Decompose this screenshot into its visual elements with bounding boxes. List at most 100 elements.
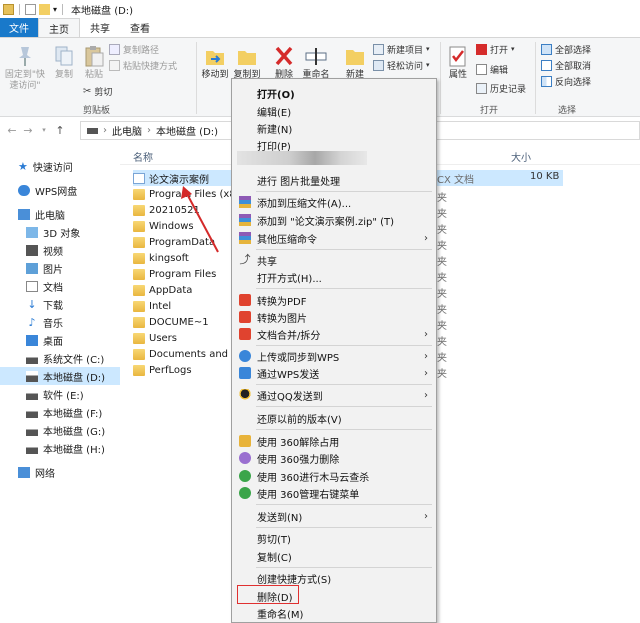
open-button[interactable]: 打开 ▾ — [476, 42, 515, 56]
nav-label: 本地磁盘 (F:) — [43, 408, 103, 420]
folder-row[interactable]: 20210521 — [133, 202, 233, 218]
easy-access-label: 轻松访问 — [387, 61, 424, 72]
copy-button[interactable]: 复制 — [50, 44, 78, 81]
nav-desktop[interactable]: 桌面 — [26, 331, 63, 349]
menu-add-zip[interactable]: 添加到 "论文演示案例.zip" (T) — [232, 211, 436, 229]
pin-quick-access-button[interactable]: 固定到"快 速访问" — [4, 44, 46, 92]
folder-row[interactable]: Program Files (x86) — [133, 186, 233, 202]
forward-arrow-icon[interactable]: → — [20, 124, 36, 137]
chevron-down-icon[interactable]: ▾ — [53, 5, 57, 14]
edit-button[interactable]: 编辑 — [476, 62, 508, 76]
select-all-button[interactable]: 全部选择 — [541, 42, 591, 56]
menu-share[interactable]: ⤴ 共享 — [232, 251, 436, 269]
nav-drive-c[interactable]: 系统文件 (C:) — [26, 349, 104, 367]
nav-documents[interactable]: 文档 — [26, 277, 63, 295]
new-folder-button[interactable]: 新建 — [340, 44, 370, 81]
menu-merge-split[interactable]: 文档合并/拆分 › — [232, 325, 436, 343]
copy-path-button[interactable]: 复制路径 — [109, 42, 159, 56]
nav-label: 文档 — [43, 282, 63, 294]
delete-ribbon-button[interactable]: 删除 — [270, 44, 298, 81]
breadcrumb-drive[interactable]: 本地磁盘 (D:) — [156, 123, 218, 138]
menu-other-zip[interactable]: 其他压缩命令 › — [232, 229, 436, 247]
cut-button[interactable]: ✂ 剪切 — [83, 84, 112, 98]
nav-videos[interactable]: 视频 — [26, 241, 63, 259]
nav-this-pc[interactable]: 此电脑 — [18, 205, 65, 223]
file-size: 10 KB — [530, 171, 560, 182]
menu-new[interactable]: 新建(N) — [232, 119, 436, 137]
easy-access-icon — [373, 59, 384, 71]
folder-row[interactable]: Documents and Se — [133, 346, 233, 362]
menu-cut[interactable]: 剪切(T) — [232, 529, 436, 547]
menu-rename[interactable]: 重命名(M) — [232, 604, 436, 622]
select-none-button[interactable]: 全部取消 — [541, 58, 591, 72]
nav-downloads[interactable]: ↓ 下载 — [26, 295, 63, 313]
menu-to-image[interactable]: 转换为图片 — [232, 308, 436, 326]
menu-360-scan[interactable]: 使用 360进行木马云查杀 — [232, 467, 436, 485]
nav-label: 网络 — [35, 468, 55, 480]
menu-restore-versions[interactable]: 还原以前的版本(V) — [232, 409, 436, 427]
folder-row[interactable]: ProgramData — [133, 234, 233, 250]
menu-send-to[interactable]: 发送到(N) › — [232, 507, 436, 525]
rename-button[interactable]: 重命名 — [300, 44, 332, 81]
column-header-size[interactable]: 大小 — [511, 149, 531, 164]
folder-row[interactable]: Windows — [133, 218, 233, 234]
nav-drive-e[interactable]: 软件 (E:) — [26, 385, 84, 403]
chevron-down-icon[interactable]: ▾ — [36, 126, 52, 134]
menu-copy[interactable]: 复制(C) — [232, 547, 436, 565]
new-folder-icon[interactable] — [39, 3, 50, 15]
paste-button[interactable]: 粘贴 — [80, 44, 108, 81]
file-row-selected[interactable]: 论文演示案例 — [133, 170, 233, 186]
menu-to-pdf[interactable]: 转换为PDF — [232, 291, 436, 309]
wps-open-icon — [476, 43, 487, 55]
breadcrumb-pc[interactable]: 此电脑 — [112, 123, 142, 138]
nav-3d-objects[interactable]: 3D 对象 — [26, 223, 80, 241]
nav-wps-drive[interactable]: WPS网盘 — [18, 181, 77, 199]
invert-select-button[interactable]: 反向选择 — [541, 74, 591, 88]
back-arrow-icon[interactable]: ← — [4, 124, 20, 137]
nav-drive-h[interactable]: 本地磁盘 (H:) — [26, 439, 105, 457]
nav-drive-f[interactable]: 本地磁盘 (F:) — [26, 403, 102, 421]
folder-row[interactable]: AppData — [133, 282, 233, 298]
folder-row[interactable]: PerfLogs — [133, 362, 233, 378]
copy-to-button[interactable]: 复制到 — [232, 44, 262, 81]
menu-open-with[interactable]: 打开方式(H)... — [232, 268, 436, 286]
up-arrow-icon[interactable]: ↑ — [52, 124, 68, 137]
folder-row[interactable]: DOCUME~1 — [133, 314, 233, 330]
folder-row[interactable]: Users — [133, 330, 233, 346]
folder-row[interactable]: Program Files — [133, 266, 233, 282]
folder-row[interactable]: kingsoft — [133, 250, 233, 266]
column-header-name[interactable]: 名称 — [133, 149, 153, 164]
nav-pictures[interactable]: 图片 — [26, 259, 63, 277]
menu-360-force-delete[interactable]: 使用 360强力删除 — [232, 449, 436, 467]
tab-file[interactable]: 文件 — [0, 18, 38, 37]
history-button[interactable]: 历史记录 — [476, 81, 526, 95]
tab-share[interactable]: 共享 — [80, 18, 120, 37]
menu-edit[interactable]: 编辑(E) — [232, 102, 436, 120]
menu-send-wps[interactable]: 通过WPS发送 › — [232, 364, 436, 382]
menu-label: 添加到 "论文演示案例.zip" (T) — [257, 216, 395, 228]
easy-access-button[interactable]: 轻松访问 ▾ — [373, 58, 430, 72]
window-title: 本地磁盘 (D:) — [71, 5, 134, 17]
nav-drive-d[interactable]: 本地磁盘 (D:) — [0, 367, 120, 385]
paste-shortcut-button[interactable]: 粘贴快捷方式 — [109, 58, 177, 72]
new-item-button[interactable]: 新建项目 ▾ — [373, 42, 430, 56]
tab-view[interactable]: 查看 — [120, 18, 160, 37]
file-type: 夹 — [437, 289, 447, 300]
move-to-button[interactable]: 移动到 — [200, 44, 230, 81]
nav-drive-g[interactable]: 本地磁盘 (G:) — [26, 421, 105, 439]
menu-360-manage[interactable]: 使用 360管理右键菜单 — [232, 484, 436, 502]
menu-add-archive[interactable]: 添加到压缩文件(A)... — [232, 193, 436, 211]
properties-icon[interactable] — [25, 3, 36, 15]
menu-open[interactable]: 打开(O) — [232, 84, 436, 102]
menu-send-qq[interactable]: 通过QQ发送到 › — [232, 386, 436, 404]
nav-quick-access[interactable]: ★ 快速访问 — [18, 157, 73, 175]
nav-network[interactable]: 网络 — [18, 463, 55, 481]
menu-batch-image[interactable]: 进行 图片批量处理 — [232, 171, 436, 189]
copy-path-icon — [109, 43, 120, 55]
properties-button[interactable]: 属性 — [444, 44, 472, 81]
tab-home[interactable]: 主页 — [38, 18, 80, 37]
menu-360-unlock[interactable]: 使用 360解除占用 — [232, 432, 436, 450]
menu-upload-wps[interactable]: 上传或同步到WPS › — [232, 347, 436, 365]
nav-music[interactable]: ♪ 音乐 — [26, 313, 63, 331]
folder-row[interactable]: Intel — [133, 298, 233, 314]
